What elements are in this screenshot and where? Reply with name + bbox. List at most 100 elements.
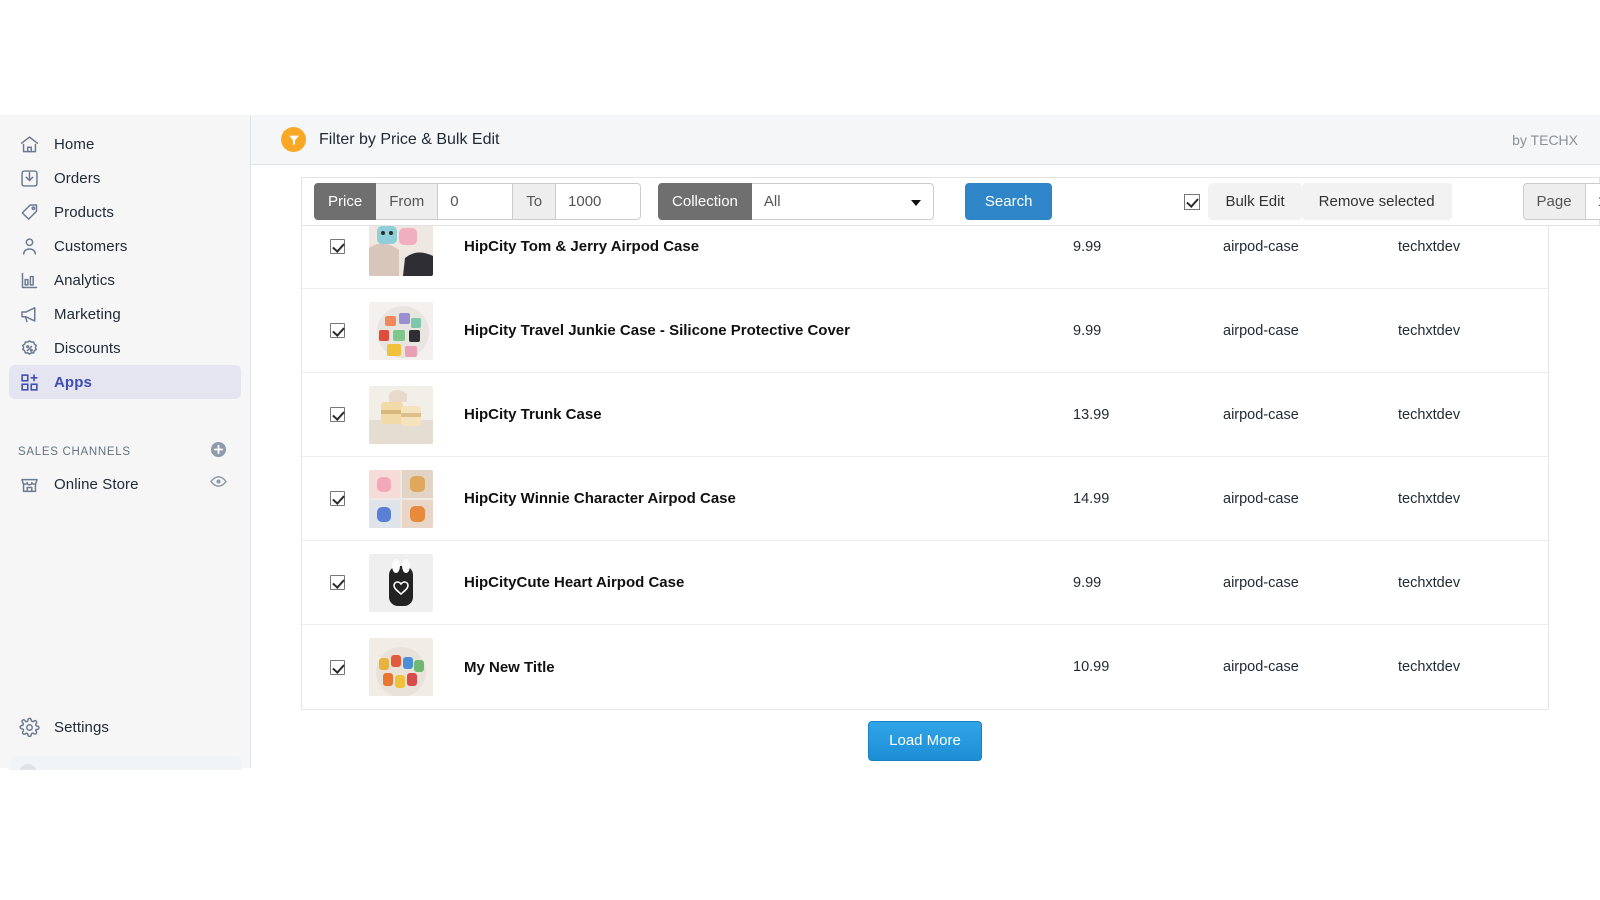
row-thumbnail-cell [362,385,439,444]
price-to-input[interactable]: 1000 [556,183,642,220]
row-checkbox[interactable] [329,575,345,590]
filter-toolbar: Price From 0 To 1000 Collection All Sear… [301,177,1600,226]
row-checkbox[interactable] [329,323,345,338]
sidebar-item-apps[interactable]: Apps [9,365,241,399]
product-title[interactable]: HipCityCute Heart Airpod Case [439,574,1073,591]
products-icon [18,201,40,223]
load-more-button[interactable]: Load More [868,721,982,761]
product-price: 14.99 [1073,490,1110,507]
discounts-icon [18,337,40,359]
collection-select[interactable]: All [751,183,934,220]
sidebar-item-analytics[interactable]: Analytics [9,263,241,297]
app-attribution: by TECHX [1512,131,1578,148]
row-thumbnail-cell [362,469,439,528]
avatar-placeholder [19,764,37,770]
sidebar-item-label: Customers [54,237,128,255]
sidebar-item-label: Marketing [54,305,121,323]
product-vendor: techxtdev [1398,659,1461,675]
row-select-cell [312,491,362,506]
row-select-cell [312,239,362,254]
page-label: Page [1522,183,1586,220]
product-title[interactable]: HipCity Tom & Jerry Airpod Case [439,238,1073,255]
store-icon [18,473,40,495]
sales-channels-section-header: SALES CHANNELS [0,437,250,467]
row-select-cell [312,323,362,338]
customers-icon [18,235,40,257]
collection-selected-value: All [763,193,781,210]
page-input[interactable]: 1 [1585,183,1600,220]
row-checkbox[interactable] [329,239,345,254]
sidebar-item-settings[interactable]: Settings [9,710,241,744]
sidebar-item-discounts[interactable]: Discounts [9,331,241,365]
page-group: Page 1 [1522,183,1600,220]
eye-icon[interactable] [209,472,228,496]
row-checkbox[interactable] [329,659,345,675]
orders-icon [18,167,40,189]
sidebar-item-online-store[interactable]: Online Store [9,467,241,501]
product-thumbnail [368,553,433,612]
sidebar-item-label: Apps [54,373,92,391]
search-button[interactable]: Search [964,183,1053,220]
product-price: 9.99 [1073,574,1102,591]
product-type: airpod-case [1223,238,1299,255]
price-from-label: From [376,183,439,220]
product-type: airpod-case [1223,322,1299,339]
product-vendor: techxtdev [1398,238,1461,255]
product-type: airpod-case [1223,490,1299,507]
apps-icon [18,371,40,393]
sidebar-item-label: Online Store [54,475,139,493]
product-thumbnail [368,638,433,696]
product-price: 10.99 [1073,659,1110,675]
product-thumbnail [368,301,433,360]
circle-plus-icon[interactable] [209,440,228,464]
price-filter-group: Price From 0 To 1000 [314,183,642,220]
product-vendor: techxtdev [1398,322,1461,339]
home-icon [18,133,40,155]
sidebar-item-orders[interactable]: Orders [9,161,241,195]
table-row[interactable]: HipCity Trunk Case 13.99 airpod-case tec… [302,373,1548,457]
filter-funnel-icon [281,127,306,152]
row-checkbox[interactable] [329,407,345,422]
product-title[interactable]: My New Title [439,659,1073,676]
product-title[interactable]: HipCity Trunk Case [439,406,1073,423]
table-row[interactable]: HipCity Winnie Character Airpod Case 14.… [302,457,1548,541]
product-type: airpod-case [1223,406,1299,423]
row-thumbnail-cell [362,553,439,612]
row-select-cell [312,407,362,422]
gear-icon [18,716,40,738]
sidebar-item-label: Settings [54,718,109,736]
chevron-down-icon [910,199,921,206]
product-thumbnail [368,469,433,528]
page-title: Filter by Price & Bulk Edit [319,130,500,148]
marketing-icon [18,303,40,325]
sidebar-item-home[interactable]: Home [9,127,241,161]
product-title[interactable]: HipCity Travel Junkie Case - Silicone Pr… [439,322,1073,339]
analytics-icon [18,269,40,291]
collection-label: Collection [658,183,752,220]
table-row[interactable]: My New Title 10.99 airpod-case techxtdev [302,625,1548,709]
product-vendor: techxtdev [1398,406,1461,423]
bulk-edit-button[interactable]: Bulk Edit [1208,183,1302,220]
product-title[interactable]: HipCity Winnie Character Airpod Case [439,490,1073,507]
product-price: 9.99 [1073,322,1102,339]
main-content: HipCity Tom & Jerry Airpod Case 9.99 air… [251,165,1600,785]
sidebar-item-customers[interactable]: Customers [9,229,241,263]
product-type: airpod-case [1223,574,1299,591]
sidebar-partial-row [9,756,242,770]
table-row[interactable]: HipCity Travel Junkie Case - Silicone Pr… [302,289,1548,373]
row-checkbox[interactable] [329,491,345,506]
remove-selected-button[interactable]: Remove selected [1301,183,1452,220]
select-all-checkbox[interactable] [1184,193,1201,210]
price-from-input[interactable]: 0 [438,183,514,220]
main-sidebar: Home Orders Products Customers Analytics [0,115,251,770]
product-price: 9.99 [1073,238,1102,255]
app-page: Home Orders Products Customers Analytics [0,0,1600,900]
row-thumbnail-cell [362,217,439,276]
app-header: Filter by Price & Bulk Edit by TECHX [251,115,1600,165]
product-vendor: techxtdev [1398,490,1461,507]
settings-row: Settings [0,710,250,744]
sidebar-item-products[interactable]: Products [9,195,241,229]
sidebar-item-label: Analytics [54,271,115,289]
sidebar-item-marketing[interactable]: Marketing [9,297,241,331]
table-row[interactable]: HipCityCute Heart Airpod Case 9.99 airpo… [302,541,1548,625]
